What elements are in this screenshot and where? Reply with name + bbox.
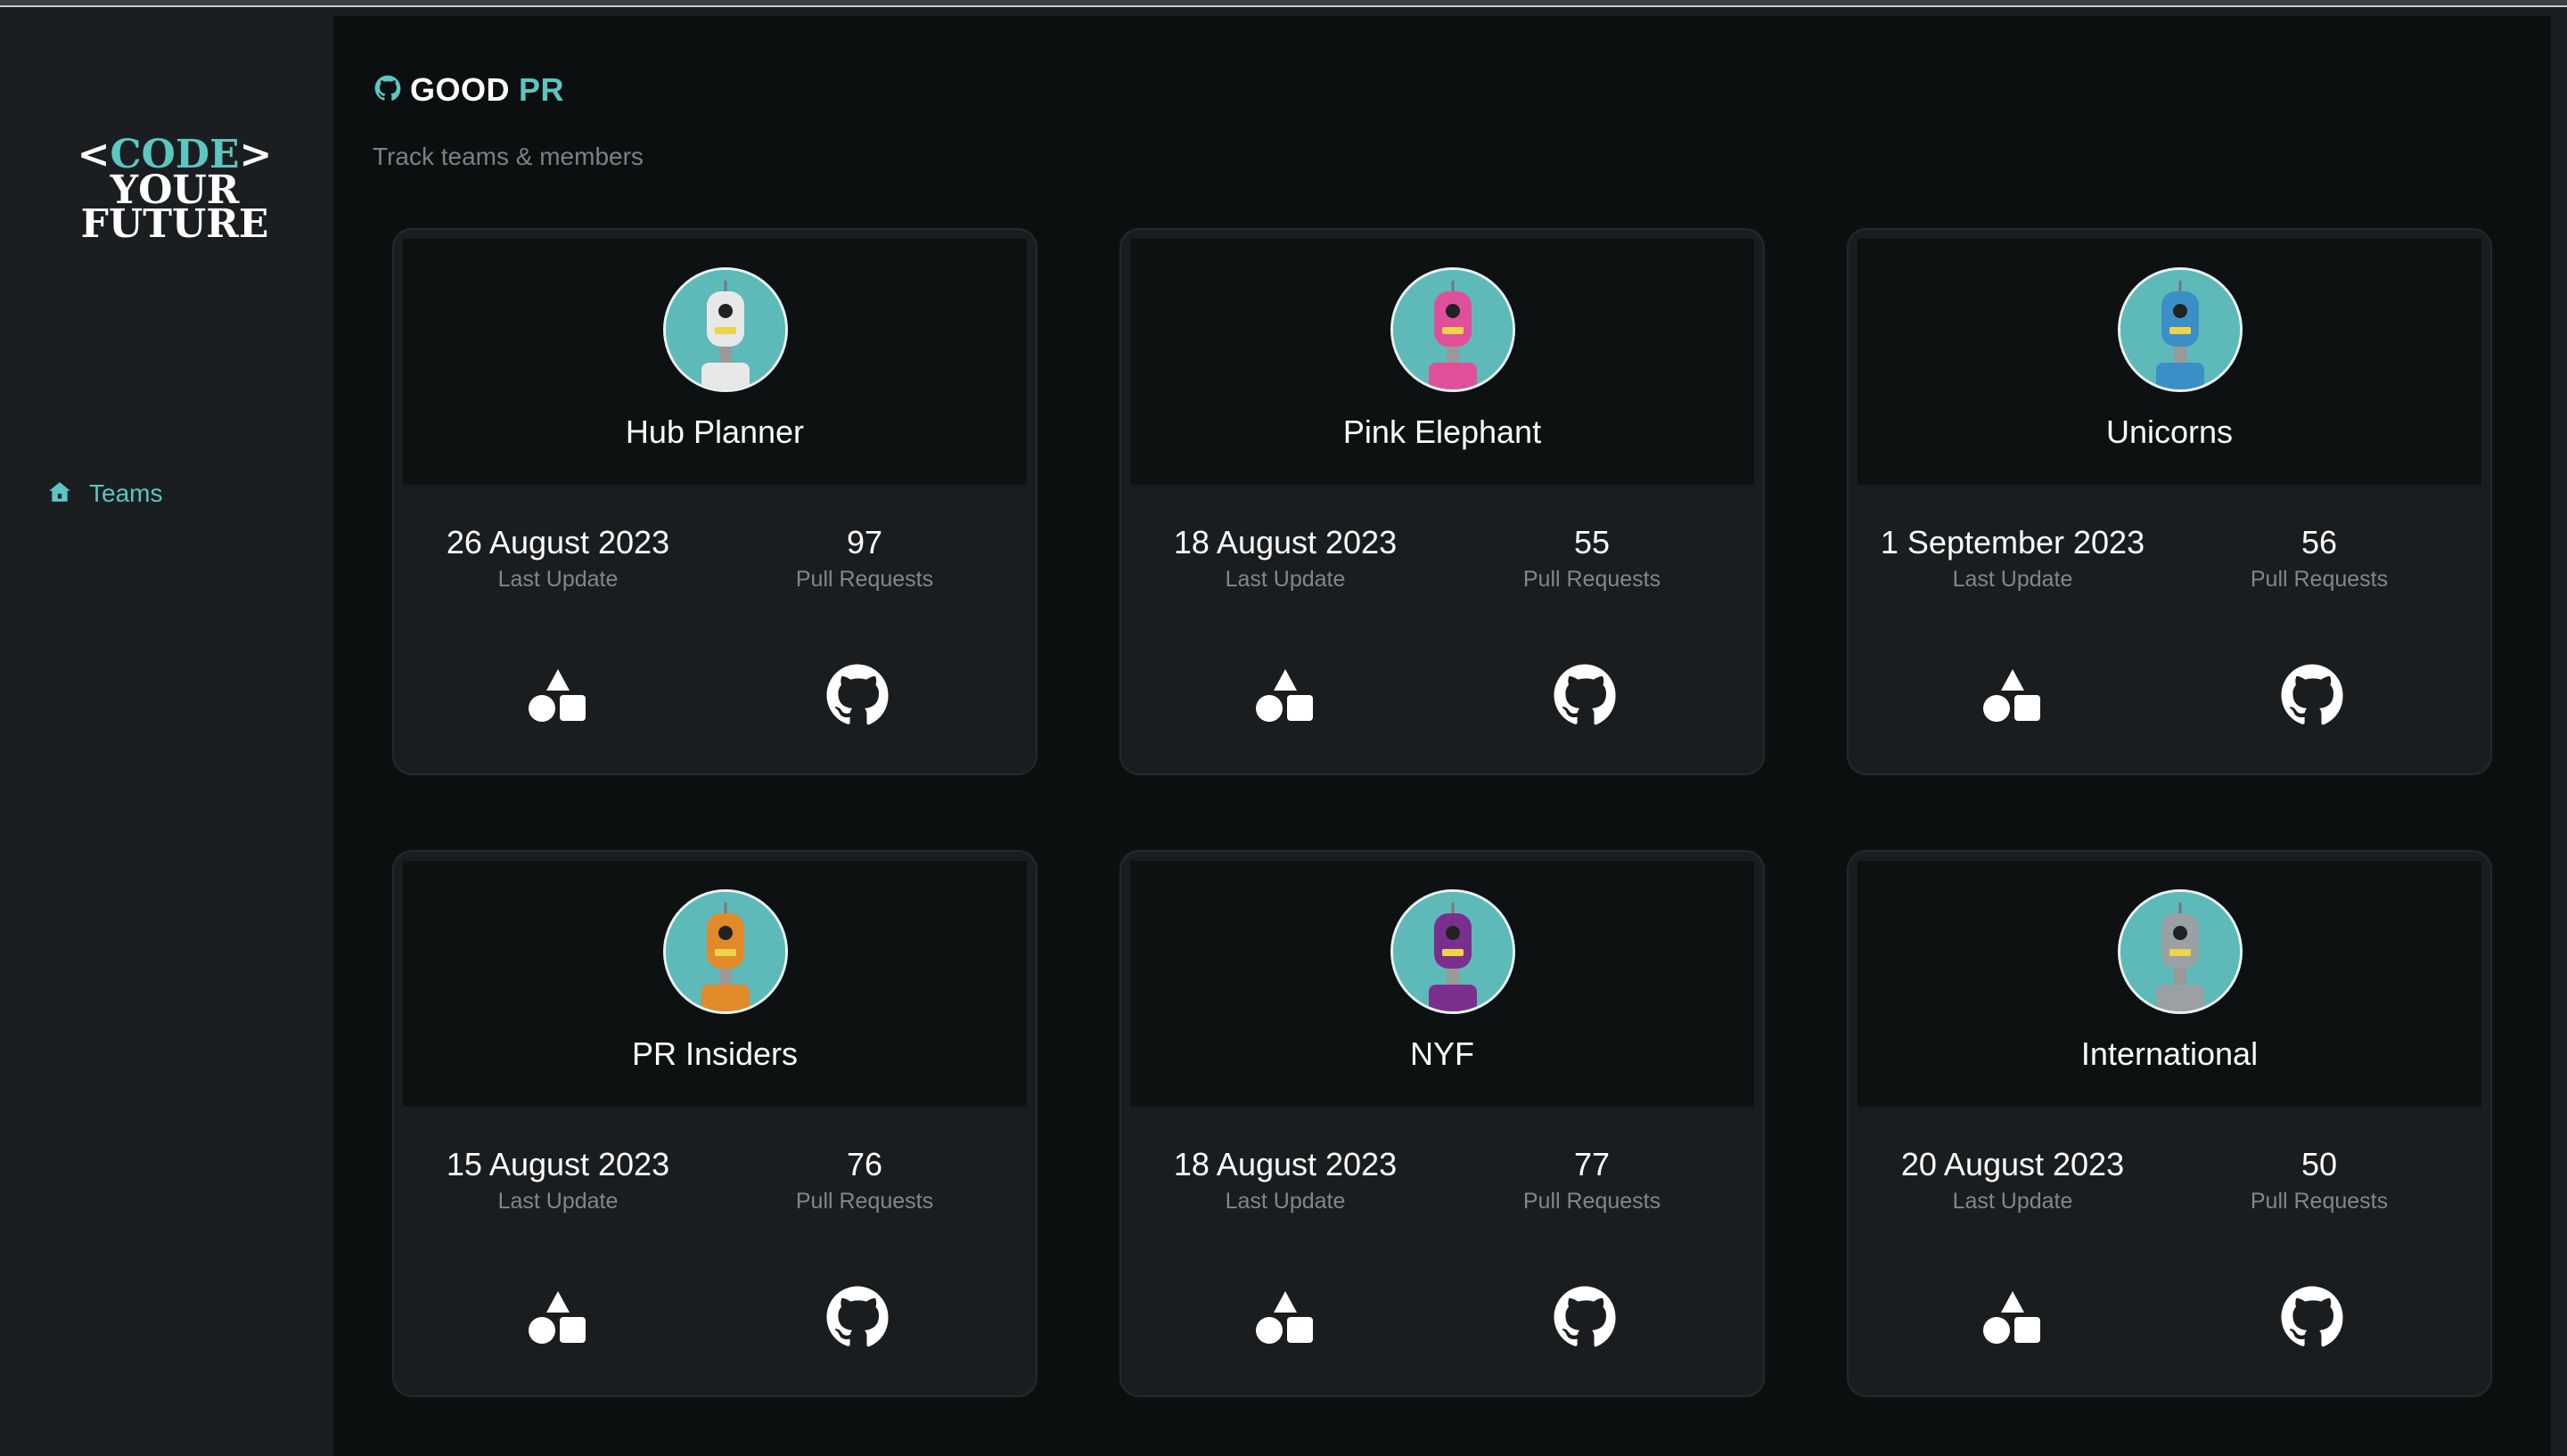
github-icon [2280,663,2344,732]
team-github-button[interactable] [2275,1281,2350,1356]
team-avatar [663,889,788,1014]
team-members-button[interactable] [521,1281,595,1356]
team-name: PR Insiders [631,1035,799,1072]
pull-requests-value: 56 [2300,524,2338,560]
github-icon [2280,1285,2344,1354]
last-update-value: 26 August 2023 [446,524,670,560]
pull-requests-value: 76 [846,1146,883,1182]
sidebar: <CODE> YOUR FUTURE Teams [12,16,333,1456]
team-card-header: NYF [1130,861,1754,1107]
shapes-icon [529,1289,587,1349]
home-icon [48,480,71,508]
pull-requests-label: Pull Requests [795,1189,934,1214]
pull-requests-label: Pull Requests [1522,567,1661,592]
sidebar-item-label: Teams [89,479,163,507]
last-update-value: 18 August 2023 [1173,1146,1398,1182]
team-card-nyf[interactable]: NYF 18 August 2023 Last Update 77 Pull R… [1121,852,1763,1395]
github-icon [825,663,890,732]
main-content: GOOD PR Track teams & members Hub Planne… [333,16,2551,1456]
pull-requests-label: Pull Requests [1522,1189,1661,1214]
team-card-header: Unicorns [1858,239,2481,485]
brand-good-text: GOOD [410,71,511,108]
team-card-pr-insiders[interactable]: PR Insiders 15 August 2023 Last Update 7… [394,852,1036,1395]
last-update-label: Last Update [497,567,619,592]
team-card-header: International [1858,861,2481,1107]
shapes-icon [1256,1289,1315,1349]
team-card-hub-planner[interactable]: Hub Planner 26 August 2023 Last Update 9… [394,230,1036,773]
shapes-icon [529,667,587,727]
team-avatar [2118,267,2243,392]
sidebar-item-teams[interactable]: Teams [48,476,162,511]
shapes-icon [1983,667,2042,727]
last-update-value: 18 August 2023 [1173,524,1398,560]
team-card-header: PR Insiders [403,861,1027,1107]
team-members-button[interactable] [1975,1281,2050,1356]
team-name: Hub Planner [625,413,805,450]
team-card-header: Hub Planner [403,239,1027,485]
brand-pr-text: PR [519,71,565,108]
team-name: NYF [1410,1035,1474,1072]
team-github-button[interactable] [1547,1281,1622,1356]
team-avatar [663,267,788,392]
github-icon [1553,1285,1617,1354]
team-avatar [2118,889,2243,1014]
last-update-label: Last Update [1952,567,2073,592]
github-icon [825,1285,890,1354]
team-github-button[interactable] [2275,659,2350,734]
team-card-international[interactable]: International 20 August 2023 Last Update… [1849,852,2490,1395]
team-github-button[interactable] [820,1281,895,1356]
team-card-header: Pink Elephant [1130,239,1754,485]
code-your-future-logo[interactable]: <CODE> YOUR FUTURE [77,116,273,249]
last-update-value: 15 August 2023 [446,1146,670,1182]
team-name: Unicorns [2105,413,2234,450]
pull-requests-value: 77 [1573,1146,1611,1182]
shapes-icon [1983,1289,2042,1349]
team-avatar [1390,267,1515,392]
pull-requests-label: Pull Requests [2250,567,2389,592]
pull-requests-label: Pull Requests [2250,1189,2389,1214]
team-github-button[interactable] [820,659,895,734]
last-update-label: Last Update [497,1189,619,1214]
team-name: International [2080,1035,2259,1072]
pull-requests-value: 97 [846,524,883,560]
team-name: Pink Elephant [1342,413,1542,450]
last-update-label: Last Update [1225,567,1346,592]
team-card-pink-elephant[interactable]: Pink Elephant 18 August 2023 Last Update… [1121,230,1763,773]
pull-requests-value: 50 [2300,1146,2338,1182]
page-subtitle: Track teams & members [373,143,644,170]
last-update-value: 20 August 2023 [1900,1146,2125,1182]
team-card-unicorns[interactable]: Unicorns 1 September 2023 Last Update 56… [1849,230,2490,773]
github-icon [374,75,401,106]
team-github-button[interactable] [1547,659,1622,734]
last-update-value: 1 September 2023 [1880,524,2145,560]
team-members-button[interactable] [1975,659,2050,734]
github-icon [1553,663,1617,732]
last-update-label: Last Update [1225,1189,1346,1214]
team-members-button[interactable] [1248,659,1323,734]
team-members-button[interactable] [1248,1281,1323,1356]
pull-requests-value: 55 [1573,524,1611,560]
team-avatar [1390,889,1515,1014]
last-update-label: Last Update [1952,1189,2073,1214]
app-brand[interactable]: GOOD PR [374,71,564,109]
team-members-button[interactable] [521,659,595,734]
shapes-icon [1256,667,1315,727]
logo-future-text: FUTURE [80,201,269,247]
pull-requests-label: Pull Requests [795,567,934,592]
